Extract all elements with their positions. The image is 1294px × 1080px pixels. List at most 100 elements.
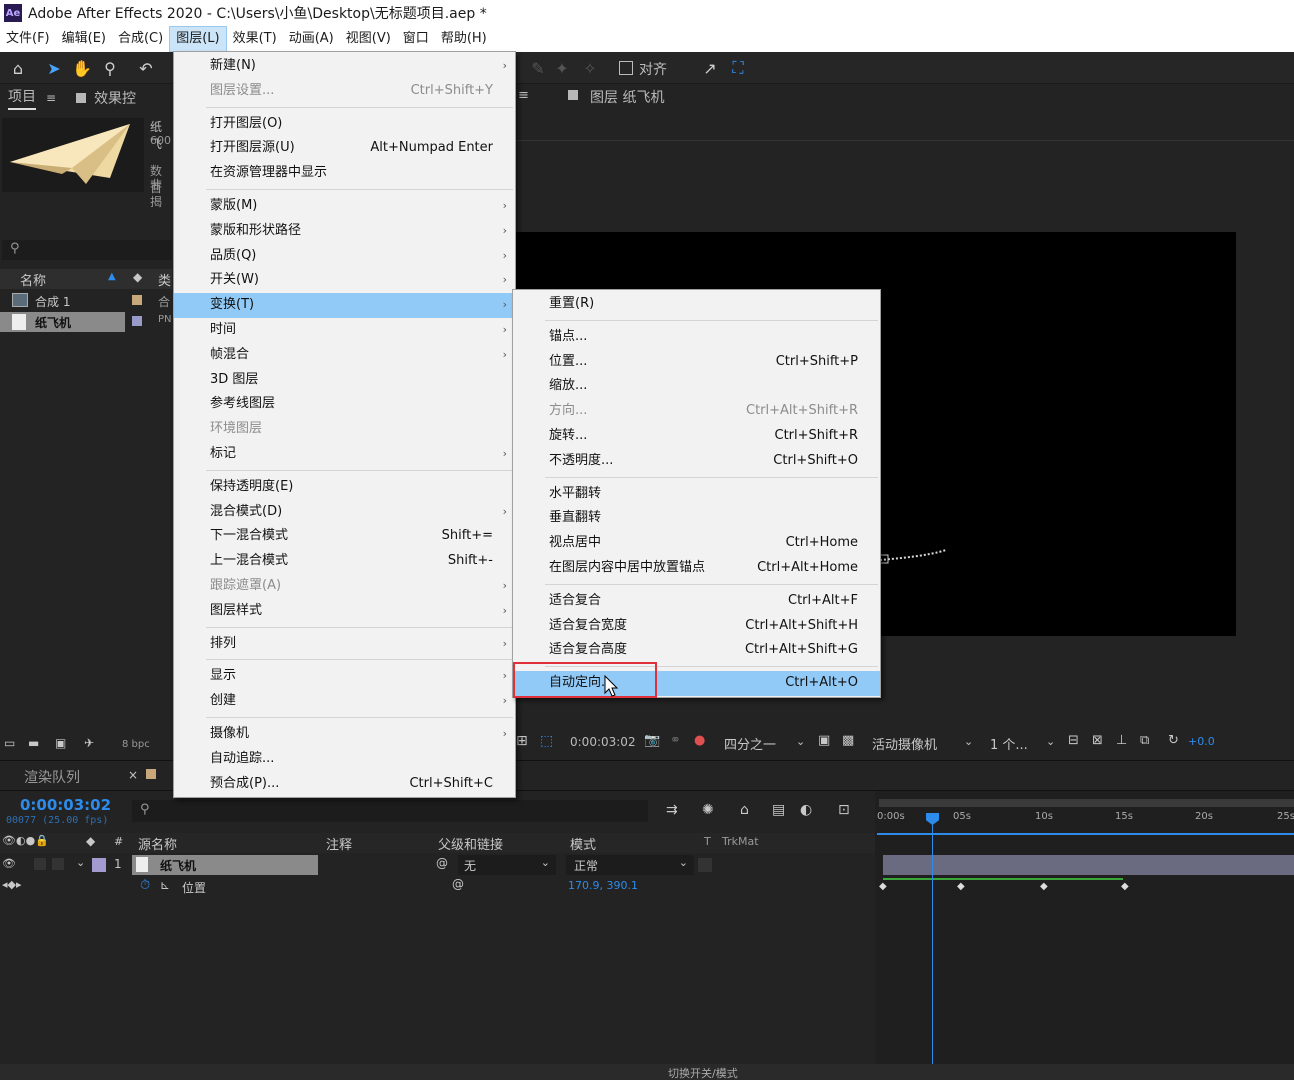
layer-menu-item[interactable]: 预合成(P)... Ctrl+Shift+C	[174, 772, 515, 797]
flowchart-icon[interactable]: ⧉	[1140, 733, 1149, 748]
camera-select[interactable]: 活动摄像机	[872, 734, 937, 753]
hand-tool-icon[interactable]: ✋	[70, 56, 94, 80]
tab-render-queue[interactable]: 渲染队列	[24, 767, 80, 787]
solo-switch[interactable]	[34, 858, 46, 870]
viewer-panel-menu-icon[interactable]: ≡	[518, 88, 529, 103]
menu-view[interactable]: 视图(V)	[340, 26, 397, 52]
views-select[interactable]: 1 个...	[990, 734, 1028, 753]
property-row[interactable]: ◂◆▸ ⏱ ⊾ 位置 @ 170.9, 390.1	[0, 877, 875, 897]
column-source-name[interactable]: 源名称	[138, 834, 177, 853]
pin-tool-icon[interactable]: ✧	[578, 56, 602, 80]
layer-menu-item[interactable]: 保持透明度(E)	[174, 475, 515, 500]
time-graph[interactable]: 0:00s 05s 10s 15s 20s 25s ◆ ◆ ◆ ◆	[875, 791, 1294, 1080]
transform-menu-item[interactable]: 在图层内容中居中放置锚点 Ctrl+Alt+Home	[513, 556, 880, 581]
layer-duration-bar[interactable]	[883, 855, 1294, 875]
toggle-switches-modes[interactable]: 切换开关/模式	[668, 1065, 738, 1080]
layer-menu-item[interactable]: 排列 ›	[174, 632, 515, 657]
transform-menu-item[interactable]: 垂直翻转	[513, 506, 880, 531]
keyframe-marker[interactable]: ◆	[879, 881, 887, 892]
column-t[interactable]: T	[704, 835, 711, 848]
transform-menu-item[interactable]: 旋转... Ctrl+Shift+R	[513, 424, 880, 449]
timeline-search-input[interactable]: ⚲	[132, 800, 648, 822]
sort-up-icon[interactable]: ▲	[108, 271, 116, 282]
column-comment[interactable]: 注释	[326, 834, 352, 853]
keyframe-nav-icon[interactable]: ◂◆▸	[2, 878, 22, 891]
puppet-tool-icon[interactable]: ✦	[550, 56, 574, 80]
layer-menu-item[interactable]: 摄像机 ›	[174, 722, 515, 747]
layer-menu-item[interactable]: 变换(T) ›	[174, 293, 515, 318]
layer-menu-item[interactable]: 时间 ›	[174, 318, 515, 343]
column-name[interactable]: 名称	[20, 270, 46, 289]
snapshot-camera-icon[interactable]: 📷	[644, 733, 660, 748]
layer-menu-item[interactable]: 显示 ›	[174, 664, 515, 689]
menu-file[interactable]: 文件(F)	[0, 26, 56, 52]
align-checkbox[interactable]	[619, 61, 633, 75]
transform-menu-item[interactable]: 适合复合宽度 Ctrl+Alt+Shift+H	[513, 614, 880, 639]
layer-menu-item[interactable]: 帧混合 ›	[174, 343, 515, 368]
label-tag-icon[interactable]: ◆	[86, 834, 95, 848]
playhead-handle-icon[interactable]	[926, 813, 939, 825]
layer-menu-item[interactable]: 在资源管理器中显示	[174, 161, 515, 186]
transform-menu-item[interactable]: 适合复合 Ctrl+Alt+F	[513, 589, 880, 614]
color-channels-icon[interactable]: ●	[694, 733, 705, 748]
label-tag-icon[interactable]: ◆	[133, 270, 142, 284]
expand-chevron-icon[interactable]: ⌄	[76, 856, 85, 869]
blend-mode-select[interactable]: 正常 ⌄	[566, 855, 694, 875]
layer-menu-item[interactable]: 上一混合模式 Shift+-	[174, 549, 515, 574]
toggle-pixel-aspect-icon[interactable]: ⊟	[1068, 733, 1079, 748]
layer-label-color[interactable]	[92, 858, 106, 872]
playhead-line[interactable]	[932, 813, 933, 1080]
layer-menu-item[interactable]: 自动追踪...	[174, 747, 515, 772]
layer-menu-item[interactable]: 混合模式(D) ›	[174, 500, 515, 525]
lock-switch[interactable]	[52, 858, 64, 870]
transform-menu-item[interactable]: 重置(R)	[513, 292, 880, 317]
interpret-footage-icon[interactable]: ▭	[4, 736, 15, 750]
av-features-icon[interactable]: 👁◐●🔒	[2, 834, 49, 847]
track-matte-toggle[interactable]	[698, 858, 712, 872]
zoom-tool-icon[interactable]: ⚲	[98, 56, 122, 80]
layer-name[interactable]: 纸飞机	[160, 857, 196, 874]
graph-icon[interactable]: ⊾	[160, 878, 170, 892]
column-mode[interactable]: 模式	[570, 834, 596, 853]
panel-menu-icon[interactable]: ≡	[46, 91, 56, 105]
column-trkmat[interactable]: TrkMat	[722, 835, 759, 848]
transparency-grid-icon[interactable]: ▩	[842, 733, 854, 748]
reset-exposure-icon[interactable]: ↻	[1168, 733, 1179, 748]
transform-menu-item[interactable]: 缩放...	[513, 374, 880, 399]
column-type[interactable]: 类	[158, 270, 171, 289]
layer-menu-item[interactable]: 蒙版(M) ›	[174, 194, 515, 219]
project-item[interactable]: 合成 1 合	[0, 291, 172, 311]
label-color-swatch[interactable]	[132, 295, 142, 305]
menu-animation[interactable]: 动画(A)	[283, 26, 340, 52]
chevron-down-icon[interactable]: ⌄	[1046, 735, 1055, 748]
layer-menu-item[interactable]: 开关(W) ›	[174, 268, 515, 293]
project-item[interactable]: 纸飞机 PN	[0, 312, 172, 332]
fast-preview-icon[interactable]: ▣	[818, 733, 830, 748]
shy-layers-icon[interactable]: ⌂	[740, 802, 749, 818]
layer-menu-item[interactable]: 蒙版和形状路径 ›	[174, 219, 515, 244]
home-icon[interactable]: ⌂	[6, 56, 30, 80]
transform-menu-item[interactable]: 适合复合高度 Ctrl+Alt+Shift+G	[513, 638, 880, 663]
chevron-down-icon[interactable]: ⌄	[796, 735, 805, 748]
transform-menu-item[interactable]: 位置... Ctrl+Shift+P	[513, 350, 880, 375]
layer-row[interactable]: 👁 ⌄ 1 纸飞机 @ 无 ⌄ 正常 ⌄	[0, 855, 875, 875]
layer-menu-item[interactable]: 品质(Q) ›	[174, 244, 515, 269]
layer-menu-item[interactable]: 打开图层源(U) Alt+Numpad Enter	[174, 136, 515, 161]
parent-pickwhip-icon[interactable]: @	[436, 856, 448, 870]
chevron-down-icon[interactable]: ⌄	[964, 735, 973, 748]
tab-layer-viewer[interactable]: 图层 纸飞机	[590, 87, 664, 107]
graph-editor-icon[interactable]: ⊡	[838, 802, 850, 818]
draft-3d-icon[interactable]: ✺	[702, 802, 714, 818]
timeline-icon[interactable]: ⊥	[1116, 733, 1127, 748]
layer-menu-item[interactable]: 打开图层(O)	[174, 112, 515, 137]
brush-tool-icon[interactable]: ✎	[526, 56, 550, 80]
render-3d-icon[interactable]: ⊠	[1092, 733, 1103, 748]
column-parent[interactable]: 父级和链接	[438, 834, 503, 853]
resolution-select[interactable]: 四分之一	[724, 734, 776, 753]
tab-project[interactable]: 项目	[8, 86, 36, 110]
close-tab-icon[interactable]: ×	[128, 768, 138, 782]
layer-menu-item[interactable]: 创建 ›	[174, 689, 515, 714]
layer-menu-item[interactable]: 标记 ›	[174, 442, 515, 467]
keyframe-marker[interactable]: ◆	[957, 881, 965, 892]
snap-icon[interactable]: ↗	[698, 56, 722, 80]
